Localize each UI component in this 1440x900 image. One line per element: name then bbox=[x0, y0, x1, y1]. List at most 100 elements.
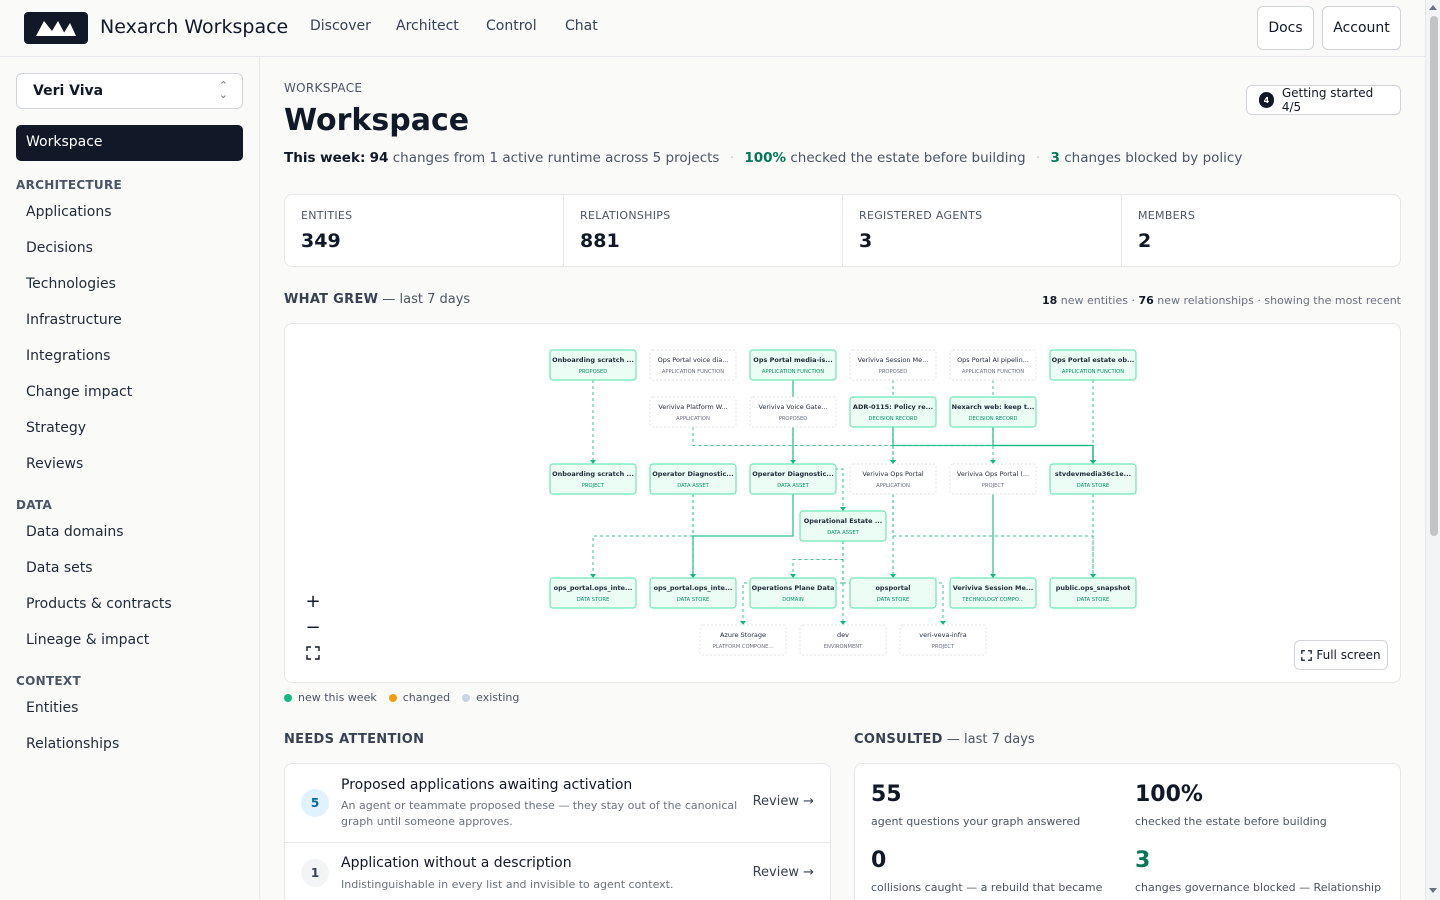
scroll-down-arrow-icon[interactable] bbox=[1429, 888, 1437, 893]
graph-node bbox=[649, 463, 737, 495]
graph-node bbox=[1049, 463, 1137, 495]
node-type: APPLICATION FUNCTION bbox=[962, 369, 1024, 375]
graph-node bbox=[1049, 349, 1137, 381]
scroll-up-arrow-icon[interactable] bbox=[1429, 5, 1437, 10]
stat-label: REGISTERED AGENTS bbox=[859, 209, 983, 222]
node-title: Nexarch web: keep t... bbox=[952, 403, 1035, 411]
node-title: ops_portal.ops_inte... bbox=[554, 584, 633, 592]
sidebar-item-reviews[interactable]: Reviews bbox=[26, 456, 83, 472]
summary-changes-text: changes from 1 active runtime across 5 p… bbox=[392, 150, 720, 166]
node-type: DATA ASSET bbox=[777, 483, 809, 489]
stat-label: MEMBERS bbox=[1138, 209, 1196, 222]
node-type: DECISION RECORD bbox=[868, 416, 917, 422]
nav-architect[interactable]: Architect bbox=[396, 18, 459, 34]
node-title: Veriviva Ops Portal (... bbox=[957, 470, 1029, 478]
graph-node bbox=[1049, 577, 1137, 609]
sidebar-item-change-impact[interactable]: Change impact bbox=[26, 384, 132, 400]
page-title: Workspace bbox=[284, 103, 470, 138]
graph-node bbox=[699, 624, 787, 656]
getting-started-label: Getting started 4/5 bbox=[1281, 86, 1374, 114]
attention-title: Application without a description bbox=[341, 855, 572, 871]
graph-canvas[interactable]: Onboarding scratch ... PROPOSED Ops Portal… bbox=[285, 324, 1401, 683]
zoom-in-icon[interactable]: + bbox=[299, 588, 327, 614]
node-type: DATA STORE bbox=[1077, 597, 1109, 603]
metric-value: 55 bbox=[871, 782, 902, 807]
node-title: Veriviva Platform W... bbox=[658, 403, 727, 411]
graph-node bbox=[849, 396, 937, 428]
node-title: Ops Portal media-is... bbox=[753, 356, 832, 364]
workspace-selector[interactable]: Veri Viva ⌃ ⌄ bbox=[16, 73, 243, 109]
sidebar-item-entities[interactable]: Entities bbox=[26, 700, 78, 716]
metric-value: 0 bbox=[871, 848, 887, 873]
graph-node bbox=[649, 349, 737, 381]
fit-view-icon[interactable] bbox=[299, 640, 327, 666]
review-link[interactable]: Review → bbox=[753, 794, 814, 809]
sidebar-item-data-domains[interactable]: Data domains bbox=[26, 524, 124, 540]
sidebar-item-workspace[interactable]: Workspace bbox=[16, 125, 243, 161]
new-entities-text: new entities · bbox=[1060, 294, 1135, 307]
node-type: APPLICATION FUNCTION bbox=[1062, 369, 1124, 375]
graph-node bbox=[949, 577, 1037, 609]
sidebar: Veri Viva ⌃ ⌄ Workspace ARCHITECTURE Appl… bbox=[0, 57, 260, 900]
node-type: APPLICATION FUNCTION bbox=[662, 369, 724, 375]
node-type: DATA ASSET bbox=[827, 530, 859, 536]
sidebar-item-strategy[interactable]: Strategy bbox=[26, 420, 86, 436]
graph-node bbox=[749, 349, 837, 381]
stat-members[interactable]: MEMBERS 2 bbox=[1122, 195, 1400, 266]
node-title: ops_portal.ops_inte... bbox=[654, 584, 733, 592]
nexarch-logo[interactable] bbox=[24, 12, 88, 44]
sidebar-item-applications[interactable]: Applications bbox=[26, 204, 112, 220]
graph-edge bbox=[592, 494, 694, 578]
node-type: DATA STORE bbox=[1077, 483, 1109, 489]
stat-relationships[interactable]: RELATIONSHIPS 881 bbox=[564, 195, 843, 266]
account-button[interactable]: Account bbox=[1322, 6, 1401, 50]
metric-value: 100% bbox=[1135, 782, 1203, 807]
sidebar-item-products-contracts[interactable]: Products & contracts bbox=[26, 596, 172, 612]
node-type: PROPOSED bbox=[879, 369, 908, 375]
node-title: Operator Diagnostic... bbox=[652, 470, 733, 478]
nav-control[interactable]: Control bbox=[486, 18, 537, 34]
growth-graph[interactable]: Onboarding scratch ... PROPOSED Ops Portal… bbox=[284, 323, 1401, 683]
sidebar-item-technologies[interactable]: Technologies bbox=[26, 276, 116, 292]
node-title: opsportal bbox=[875, 584, 910, 592]
nav-chat[interactable]: Chat bbox=[565, 18, 598, 34]
node-type: PROPOSED bbox=[579, 369, 608, 375]
zoom-out-icon[interactable]: − bbox=[299, 614, 327, 640]
stat-entities[interactable]: ENTITIES 349 bbox=[285, 195, 564, 266]
node-type: APPLICATION bbox=[876, 483, 910, 489]
needs-attention-card: 5 Proposed applications awaiting activat… bbox=[284, 763, 831, 900]
node-title: public.ops_snapshot bbox=[1056, 584, 1131, 592]
graph-node bbox=[799, 510, 887, 542]
fullscreen-button[interactable]: Full screen bbox=[1294, 640, 1388, 670]
graph-node bbox=[549, 349, 637, 381]
sidebar-section-architecture: ARCHITECTURE bbox=[16, 178, 122, 192]
getting-started-button[interactable]: 4 Getting started 4/5 bbox=[1246, 85, 1401, 115]
scroll-thumb[interactable] bbox=[1430, 16, 1438, 536]
nav-discover[interactable]: Discover bbox=[310, 18, 371, 34]
node-title: Operator Diagnostic... bbox=[752, 470, 833, 478]
attention-item[interactable]: 1 Application without a description Indi… bbox=[285, 843, 830, 900]
review-link[interactable]: Review → bbox=[753, 865, 814, 880]
sidebar-item-decisions[interactable]: Decisions bbox=[26, 240, 93, 256]
node-title: Ops Portal voice dia... bbox=[658, 356, 729, 364]
node-title: Veriviva Session Me... bbox=[953, 584, 1034, 592]
graph-node bbox=[549, 463, 637, 495]
sidebar-item-data-sets[interactable]: Data sets bbox=[26, 560, 93, 576]
node-title: Ops Portal AI pipelin... bbox=[957, 356, 1029, 364]
node-title: Ops Portal estate ob... bbox=[1052, 356, 1135, 364]
sidebar-item-infrastructure[interactable]: Infrastructure bbox=[26, 312, 122, 328]
stat-registered-agents[interactable]: REGISTERED AGENTS 3 bbox=[843, 195, 1122, 266]
docs-button[interactable]: Docs bbox=[1257, 6, 1314, 50]
attention-item[interactable]: 5 Proposed applications awaiting activat… bbox=[285, 764, 830, 843]
brand-name[interactable]: Nexarch Workspace bbox=[100, 16, 288, 38]
page-scrollbar[interactable] bbox=[1425, 0, 1440, 900]
graph-node bbox=[749, 396, 837, 428]
node-title: Veriviva Session Me... bbox=[858, 356, 929, 364]
graph-edge bbox=[992, 427, 1094, 464]
node-type: DECISION RECORD bbox=[968, 416, 1017, 422]
node-type: APPLICATION bbox=[676, 416, 710, 422]
sidebar-item-lineage-impact[interactable]: Lineage & impact bbox=[26, 632, 149, 648]
fullscreen-icon bbox=[1301, 649, 1313, 661]
sidebar-item-relationships[interactable]: Relationships bbox=[26, 736, 119, 752]
sidebar-item-integrations[interactable]: Integrations bbox=[26, 348, 110, 364]
